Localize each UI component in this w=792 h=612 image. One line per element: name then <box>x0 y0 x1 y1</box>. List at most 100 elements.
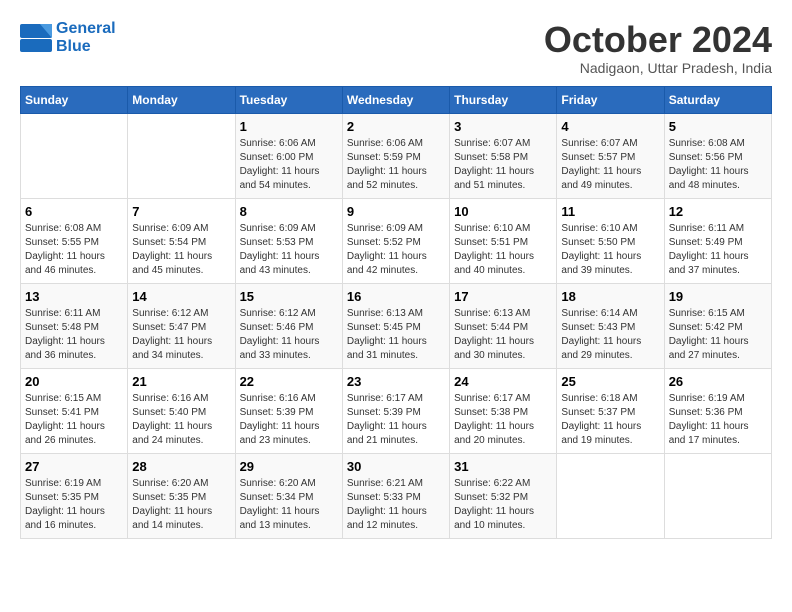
header-day-wednesday: Wednesday <box>342 86 449 113</box>
day-number: 17 <box>454 289 552 304</box>
title-block: October 2024 Nadigaon, Uttar Pradesh, In… <box>544 20 772 76</box>
day-number: 5 <box>669 119 767 134</box>
day-number: 18 <box>561 289 659 304</box>
cell-content: Sunrise: 6:12 AM Sunset: 5:47 PM Dayligh… <box>132 307 230 363</box>
calendar-cell: 18 Sunrise: 6:14 AM Sunset: 5:43 PM Dayli… <box>557 283 664 368</box>
cell-content: Sunrise: 6:11 AM Sunset: 5:48 PM Dayligh… <box>25 307 123 363</box>
calendar-table: SundayMondayTuesdayWednesdayThursdayFrid… <box>20 86 772 539</box>
cell-content: Sunrise: 6:20 AM Sunset: 5:35 PM Dayligh… <box>132 477 230 533</box>
calendar-cell: 21Sunrise: 6:16 AM Sunset: 5:40 PM Dayli… <box>128 368 235 453</box>
calendar-cell: 12 Sunrise: 6:11 AM Sunset: 5:49 PM Dayli… <box>664 198 771 283</box>
calendar-cell: 27 Sunrise: 6:19 AM Sunset: 5:35 PM Dayli… <box>21 453 128 538</box>
cell-content: Sunrise: 6:09 AM Sunset: 5:53 PM Dayligh… <box>240 222 338 278</box>
calendar-cell: 31Sunrise: 6:22 AM Sunset: 5:32 PM Dayli… <box>450 453 557 538</box>
logo-text: General Blue <box>56 20 116 55</box>
header-day-monday: Monday <box>128 86 235 113</box>
calendar-cell: 16 Sunrise: 6:13 AM Sunset: 5:45 PM Dayli… <box>342 283 449 368</box>
calendar-week-row: 20Sunrise: 6:15 AM Sunset: 5:41 PM Dayli… <box>21 368 772 453</box>
calendar-cell <box>21 113 128 198</box>
calendar-cell: 29 Sunrise: 6:20 AM Sunset: 5:34 PM Dayli… <box>235 453 342 538</box>
calendar-cell: 5 Sunrise: 6:08 AM Sunset: 5:56 PM Daylig… <box>664 113 771 198</box>
calendar-cell: 6 Sunrise: 6:08 AM Sunset: 5:55 PM Daylig… <box>21 198 128 283</box>
day-number: 10 <box>454 204 552 219</box>
cell-content: Sunrise: 6:14 AM Sunset: 5:43 PM Dayligh… <box>561 307 659 363</box>
calendar-week-row: 27 Sunrise: 6:19 AM Sunset: 5:35 PM Dayli… <box>21 453 772 538</box>
logo: General Blue <box>20 20 116 55</box>
day-number: 28 <box>132 459 230 474</box>
day-number: 26 <box>669 374 767 389</box>
calendar-body: 1 Sunrise: 6:06 AM Sunset: 6:00 PM Daylig… <box>21 113 772 538</box>
cell-content: Sunrise: 6:13 AM Sunset: 5:45 PM Dayligh… <box>347 307 445 363</box>
calendar-cell: 22Sunrise: 6:16 AM Sunset: 5:39 PM Dayli… <box>235 368 342 453</box>
calendar-cell <box>128 113 235 198</box>
calendar-cell: 19Sunrise: 6:15 AM Sunset: 5:42 PM Dayli… <box>664 283 771 368</box>
day-number: 29 <box>240 459 338 474</box>
calendar-cell: 26 Sunrise: 6:19 AM Sunset: 5:36 PM Dayli… <box>664 368 771 453</box>
day-number: 27 <box>25 459 123 474</box>
header-day-saturday: Saturday <box>664 86 771 113</box>
day-number: 6 <box>25 204 123 219</box>
calendar-cell: 10 Sunrise: 6:10 AM Sunset: 5:51 PM Dayli… <box>450 198 557 283</box>
logo-icon <box>20 24 52 52</box>
day-number: 13 <box>25 289 123 304</box>
day-number: 1 <box>240 119 338 134</box>
calendar-cell: 20Sunrise: 6:15 AM Sunset: 5:41 PM Dayli… <box>21 368 128 453</box>
cell-content: Sunrise: 6:19 AM Sunset: 5:36 PM Dayligh… <box>669 392 767 448</box>
day-number: 15 <box>240 289 338 304</box>
calendar-cell: 3Sunrise: 6:07 AM Sunset: 5:58 PM Daylig… <box>450 113 557 198</box>
cell-content: Sunrise: 6:06 AM Sunset: 6:00 PM Dayligh… <box>240 137 338 193</box>
cell-content: Sunrise: 6:06 AM Sunset: 5:59 PM Dayligh… <box>347 137 445 193</box>
day-number: 16 <box>347 289 445 304</box>
day-number: 24 <box>454 374 552 389</box>
cell-content: Sunrise: 6:17 AM Sunset: 5:39 PM Dayligh… <box>347 392 445 448</box>
calendar-cell <box>557 453 664 538</box>
day-number: 11 <box>561 204 659 219</box>
calendar-cell: 17 Sunrise: 6:13 AM Sunset: 5:44 PM Dayli… <box>450 283 557 368</box>
calendar-cell: 15Sunrise: 6:12 AM Sunset: 5:46 PM Dayli… <box>235 283 342 368</box>
day-number: 20 <box>25 374 123 389</box>
calendar-header: SundayMondayTuesdayWednesdayThursdayFrid… <box>21 86 772 113</box>
calendar-week-row: 1 Sunrise: 6:06 AM Sunset: 6:00 PM Daylig… <box>21 113 772 198</box>
header-day-tuesday: Tuesday <box>235 86 342 113</box>
page-header: General Blue October 2024 Nadigaon, Utta… <box>20 20 772 76</box>
calendar-cell: 14Sunrise: 6:12 AM Sunset: 5:47 PM Dayli… <box>128 283 235 368</box>
cell-content: Sunrise: 6:07 AM Sunset: 5:57 PM Dayligh… <box>561 137 659 193</box>
header-day-thursday: Thursday <box>450 86 557 113</box>
header-day-sunday: Sunday <box>21 86 128 113</box>
header-row: SundayMondayTuesdayWednesdayThursdayFrid… <box>21 86 772 113</box>
calendar-cell <box>664 453 771 538</box>
cell-content: Sunrise: 6:16 AM Sunset: 5:40 PM Dayligh… <box>132 392 230 448</box>
day-number: 25 <box>561 374 659 389</box>
cell-content: Sunrise: 6:10 AM Sunset: 5:50 PM Dayligh… <box>561 222 659 278</box>
month-title: October 2024 <box>544 20 772 60</box>
day-number: 7 <box>132 204 230 219</box>
calendar-cell: 23Sunrise: 6:17 AM Sunset: 5:39 PM Dayli… <box>342 368 449 453</box>
calendar-cell: 24 Sunrise: 6:17 AM Sunset: 5:38 PM Dayli… <box>450 368 557 453</box>
day-number: 12 <box>669 204 767 219</box>
cell-content: Sunrise: 6:20 AM Sunset: 5:34 PM Dayligh… <box>240 477 338 533</box>
cell-content: Sunrise: 6:21 AM Sunset: 5:33 PM Dayligh… <box>347 477 445 533</box>
cell-content: Sunrise: 6:09 AM Sunset: 5:54 PM Dayligh… <box>132 222 230 278</box>
cell-content: Sunrise: 6:19 AM Sunset: 5:35 PM Dayligh… <box>25 477 123 533</box>
cell-content: Sunrise: 6:17 AM Sunset: 5:38 PM Dayligh… <box>454 392 552 448</box>
cell-content: Sunrise: 6:08 AM Sunset: 5:56 PM Dayligh… <box>669 137 767 193</box>
day-number: 2 <box>347 119 445 134</box>
cell-content: Sunrise: 6:11 AM Sunset: 5:49 PM Dayligh… <box>669 222 767 278</box>
cell-content: Sunrise: 6:15 AM Sunset: 5:42 PM Dayligh… <box>669 307 767 363</box>
cell-content: Sunrise: 6:13 AM Sunset: 5:44 PM Dayligh… <box>454 307 552 363</box>
day-number: 4 <box>561 119 659 134</box>
calendar-cell: 1 Sunrise: 6:06 AM Sunset: 6:00 PM Daylig… <box>235 113 342 198</box>
calendar-cell: 25Sunrise: 6:18 AM Sunset: 5:37 PM Dayli… <box>557 368 664 453</box>
location-subtitle: Nadigaon, Uttar Pradesh, India <box>544 60 772 76</box>
calendar-cell: 2 Sunrise: 6:06 AM Sunset: 5:59 PM Daylig… <box>342 113 449 198</box>
header-day-friday: Friday <box>557 86 664 113</box>
cell-content: Sunrise: 6:08 AM Sunset: 5:55 PM Dayligh… <box>25 222 123 278</box>
calendar-cell: 4 Sunrise: 6:07 AM Sunset: 5:57 PM Daylig… <box>557 113 664 198</box>
day-number: 8 <box>240 204 338 219</box>
cell-content: Sunrise: 6:07 AM Sunset: 5:58 PM Dayligh… <box>454 137 552 193</box>
cell-content: Sunrise: 6:10 AM Sunset: 5:51 PM Dayligh… <box>454 222 552 278</box>
cell-content: Sunrise: 6:09 AM Sunset: 5:52 PM Dayligh… <box>347 222 445 278</box>
calendar-week-row: 6 Sunrise: 6:08 AM Sunset: 5:55 PM Daylig… <box>21 198 772 283</box>
calendar-cell: 7 Sunrise: 6:09 AM Sunset: 5:54 PM Daylig… <box>128 198 235 283</box>
day-number: 9 <box>347 204 445 219</box>
